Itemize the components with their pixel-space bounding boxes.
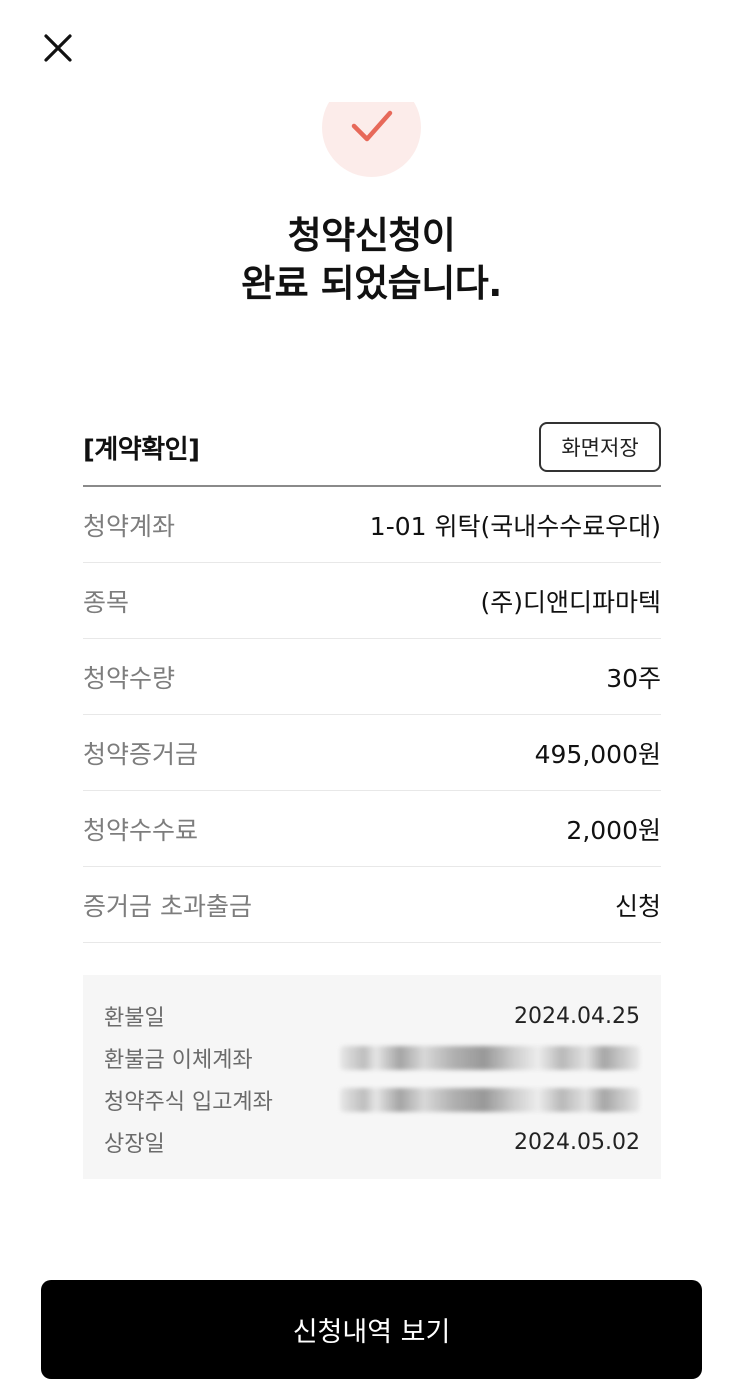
redacted-value (340, 1046, 640, 1070)
info-label: 청약계좌 (83, 511, 176, 541)
detail-label: 환불금 이체계좌 (104, 1048, 253, 1073)
detail-row-listing-date: 상장일 2024.05.02 (104, 1121, 640, 1163)
detail-row-deposit-account: 청약주식 입고계좌 (104, 1079, 640, 1121)
info-value: 495,000원 (534, 739, 661, 769)
detail-label: 환불일 (104, 1006, 165, 1031)
close-icon (43, 33, 73, 67)
info-row-quantity: 청약수량 30주 (83, 639, 661, 715)
detail-row-refund-account: 환불금 이체계좌 (104, 1037, 640, 1079)
info-label: 청약수량 (83, 663, 176, 693)
detail-row-refund-date: 환불일 2024.04.25 (104, 995, 640, 1037)
info-value: 신청 (614, 891, 661, 921)
info-value: 30주 (606, 663, 661, 693)
detail-label: 청약주식 입고계좌 (104, 1090, 273, 1115)
page-title: 청약신청이 완료 되었습니다. (0, 212, 743, 308)
page: 청약신청이 완료 되었습니다. [계약확인] 화면저장 청약계좌 1-01 위탁… (0, 0, 743, 1398)
page-title-line1: 청약신청이 (287, 214, 456, 257)
info-label: 증거금 초과출금 (83, 891, 252, 921)
contract-section-header: [계약확인] 화면저장 (83, 420, 661, 474)
detail-label: 상장일 (104, 1132, 165, 1157)
view-application-button[interactable]: 신청내역 보기 (41, 1280, 702, 1379)
info-row-deposit: 청약증거금 495,000원 (83, 715, 661, 791)
scroll-mask (300, 74, 440, 102)
detail-value: 2024.05.02 (514, 1129, 640, 1155)
info-row-fee: 청약수수료 2,000원 (83, 791, 661, 867)
info-value: 1-01 위탁(국내수수료우대) (369, 511, 661, 541)
page-title-line2: 완료 되었습니다. (241, 262, 502, 305)
detail-box: 환불일 2024.04.25 환불금 이체계좌 청약주식 입고계좌 상장일 20… (83, 975, 661, 1179)
save-screen-button[interactable]: 화면저장 (539, 422, 661, 472)
info-row-excess-withdrawal: 증거금 초과출금 신청 (83, 867, 661, 943)
info-label: 청약증거금 (83, 739, 199, 769)
bottom-fade (0, 1230, 743, 1280)
detail-value: 2024.04.25 (514, 1003, 640, 1029)
info-label: 청약수수료 (83, 815, 199, 845)
close-button[interactable] (38, 30, 78, 70)
section-title: [계약확인] (83, 434, 200, 465)
check-icon (349, 107, 395, 149)
info-value: (주)디앤디파마텍 (480, 587, 661, 617)
redacted-value (340, 1088, 640, 1112)
info-label: 종목 (83, 587, 130, 617)
contract-info-table: 청약계좌 1-01 위탁(국내수수료우대) 종목 (주)디앤디파마텍 청약수량 … (83, 487, 661, 943)
info-value: 2,000원 (566, 815, 661, 845)
info-row-account: 청약계좌 1-01 위탁(국내수수료우대) (83, 487, 661, 563)
info-row-stock: 종목 (주)디앤디파마텍 (83, 563, 661, 639)
